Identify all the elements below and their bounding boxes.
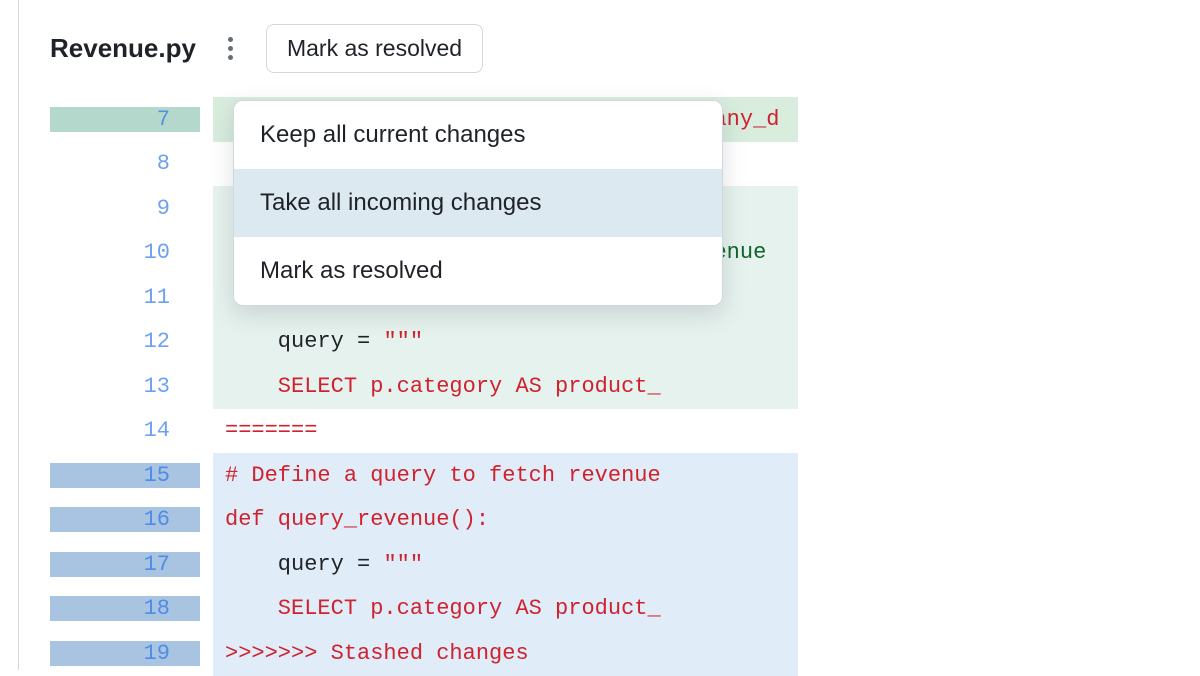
code-content: # Define a query to fetch revenue xyxy=(213,463,661,488)
code-token: query = xyxy=(225,552,383,577)
code-content-bg: >>>>>>> Stashed changes xyxy=(213,631,798,676)
line-number-gutter: 7 xyxy=(50,107,200,132)
line-number: 10 xyxy=(144,240,170,265)
more-options-button[interactable] xyxy=(216,34,246,64)
code-token: # Define a query to fetch revenue xyxy=(225,463,661,488)
code-line[interactable]: 16 def query_revenue(): xyxy=(50,498,1200,543)
line-number: 11 xyxy=(144,285,170,310)
code-content: ======= xyxy=(213,418,317,443)
line-number-gutter: 11 xyxy=(50,285,200,310)
line-number-gutter: 16 xyxy=(50,507,200,532)
dropdown-item[interactable]: Take all incoming changes xyxy=(234,169,722,237)
code-token: query = xyxy=(225,329,383,354)
line-number: 12 xyxy=(144,329,170,354)
code-content-bg: def query_revenue(): xyxy=(213,498,798,543)
code-content-bg: SELECT p.category AS product_ xyxy=(213,587,798,632)
code-line[interactable]: 18 SELECT p.category AS product_ xyxy=(50,587,1200,632)
line-number-gutter: 13 xyxy=(50,374,200,399)
line-number-gutter: 12 xyxy=(50,329,200,354)
kebab-icon xyxy=(228,55,233,60)
code-content: query = """ xyxy=(213,552,423,577)
line-number: 16 xyxy=(144,507,170,532)
dropdown-item[interactable]: Mark as resolved xyxy=(234,237,722,305)
filename-label: Revenue.py xyxy=(50,33,196,64)
line-number: 8 xyxy=(157,151,170,176)
code-content: def query_revenue(): xyxy=(213,507,489,532)
code-content-bg: ======= xyxy=(213,409,798,454)
line-number-gutter: 15 xyxy=(50,463,200,488)
code-content-bg: query = """ xyxy=(213,320,798,365)
kebab-icon xyxy=(228,46,233,51)
code-line[interactable]: 19 >>>>>>> Stashed changes xyxy=(50,631,1200,676)
code-line[interactable]: 15 # Define a query to fetch revenue xyxy=(50,453,1200,498)
code-content: >>>>>>> Stashed changes xyxy=(213,641,529,666)
kebab-icon xyxy=(228,37,233,42)
line-number-gutter: 8 xyxy=(50,151,200,176)
code-token: SELECT p.category AS product_ xyxy=(225,596,661,621)
code-token: ======= xyxy=(225,418,317,443)
file-header: Revenue.py Mark as resolved xyxy=(0,0,1200,97)
code-token: """ xyxy=(383,552,423,577)
line-number: 19 xyxy=(144,641,170,666)
code-content-bg: SELECT p.category AS product_ xyxy=(213,364,798,409)
line-number-gutter: 9 xyxy=(50,196,200,221)
panel-left-border xyxy=(18,0,19,670)
line-number-gutter: 18 xyxy=(50,596,200,621)
mark-resolved-button[interactable]: Mark as resolved xyxy=(266,24,483,73)
code-token: """ xyxy=(383,329,423,354)
dropdown-item[interactable]: Keep all current changes xyxy=(234,101,722,169)
code-line[interactable]: 12 query = """ xyxy=(50,320,1200,365)
code-content-bg: query = """ xyxy=(213,542,798,587)
line-number: 13 xyxy=(144,374,170,399)
line-number: 14 xyxy=(144,418,170,443)
code-content: SELECT p.category AS product_ xyxy=(213,374,661,399)
code-line[interactable]: 17 query = """ xyxy=(50,542,1200,587)
line-number-gutter: 17 xyxy=(50,552,200,577)
line-number: 17 xyxy=(144,552,170,577)
line-number: 18 xyxy=(144,596,170,621)
code-token: SELECT p.category AS product_ xyxy=(225,374,661,399)
code-content: query = """ xyxy=(213,329,423,354)
line-number-gutter: 19 xyxy=(50,641,200,666)
code-line[interactable]: 13 SELECT p.category AS product_ xyxy=(50,364,1200,409)
line-number-gutter: 10 xyxy=(50,240,200,265)
code-content-bg: # Define a query to fetch revenue xyxy=(213,453,798,498)
line-number-gutter: 14 xyxy=(50,418,200,443)
code-content: SELECT p.category AS product_ xyxy=(213,596,661,621)
code-token: def query_revenue(): xyxy=(225,507,489,532)
line-number: 7 xyxy=(157,107,170,132)
conflict-actions-dropdown: Keep all current changesTake all incomin… xyxy=(233,100,723,306)
line-number: 9 xyxy=(157,196,170,221)
code-line[interactable]: 14 ======= xyxy=(50,409,1200,454)
line-number: 15 xyxy=(144,463,170,488)
code-token: >>>>>>> Stashed changes xyxy=(225,641,529,666)
